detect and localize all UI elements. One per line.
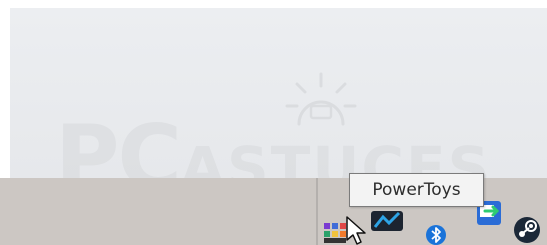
steam-icon[interactable] bbox=[512, 215, 542, 245]
watermark-logo: PCASTUCES bbox=[55, 72, 515, 209]
bluetooth-icon[interactable] bbox=[424, 222, 448, 245]
taskbar-separator bbox=[316, 178, 318, 245]
powertoys-tooltip: PowerToys bbox=[349, 173, 484, 207]
tooltip-text: PowerToys bbox=[372, 180, 461, 200]
mouse-cursor-icon bbox=[346, 216, 366, 245]
display-tool-icon[interactable] bbox=[369, 206, 405, 236]
